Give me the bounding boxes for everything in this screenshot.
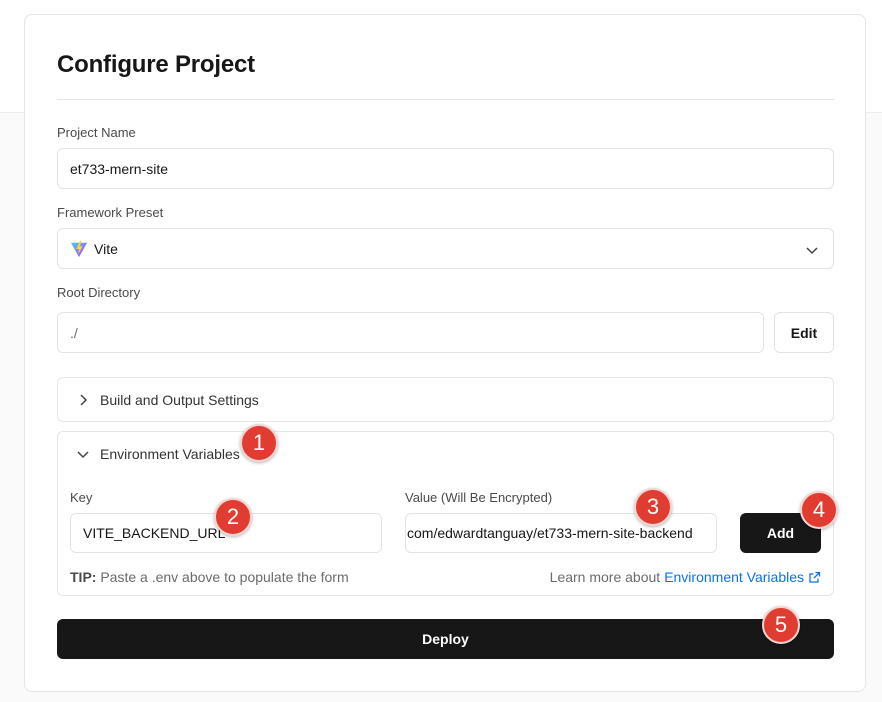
chevron-right-icon (80, 394, 88, 406)
chevron-down-icon (806, 247, 818, 255)
project-name-label: Project Name (57, 125, 136, 140)
environment-variables-section: Environment Variables Key VITE_BACKEND_U… (57, 431, 834, 596)
env-tip-text: TIP: Paste a .env above to populate the … (70, 569, 349, 585)
environment-variables-header[interactable]: Environment Variables (76, 446, 240, 462)
environment-variables-docs-link[interactable]: Environment Variables (664, 569, 804, 585)
env-key-value: VITE_BACKEND_URL (83, 525, 226, 541)
title-divider (57, 99, 834, 100)
annotation-badge-3: 3 (634, 488, 672, 526)
project-name-value: et733-mern-site (70, 160, 169, 177)
framework-preset-value: Vite (94, 240, 118, 257)
root-directory-label: Root Directory (57, 285, 141, 300)
learn-more-text: Learn more about (549, 569, 661, 585)
page-title: Configure Project (57, 51, 255, 78)
env-value-input[interactable]: com/edwardtanguay/et733-mern-site-backen… (405, 513, 717, 553)
learn-more: Learn more about Environment Variables (550, 569, 821, 585)
configure-project-card: Configure Project Project Name et733-mer… (24, 14, 866, 692)
annotation-badge-5: 5 (762, 606, 800, 644)
deploy-button[interactable]: Deploy (57, 619, 834, 659)
edit-root-directory-button[interactable]: Edit (774, 312, 834, 353)
framework-preset-select[interactable]: Vite (57, 228, 834, 269)
root-directory-value: ./ (70, 324, 78, 341)
environment-variables-label: Environment Variables (100, 446, 240, 462)
tip-prefix: TIP: (70, 569, 97, 585)
project-name-input[interactable]: et733-mern-site (57, 148, 834, 189)
annotation-badge-4: 4 (800, 491, 838, 529)
build-output-settings-section[interactable]: Build and Output Settings (57, 377, 834, 422)
annotation-badge-1: 1 (240, 424, 278, 462)
chevron-down-icon (77, 451, 89, 459)
tip-body: Paste a .env above to populate the form (96, 569, 349, 585)
env-value-value: com/edwardtanguay/et733-mern-site-backen… (407, 525, 693, 541)
build-output-settings-header[interactable]: Build and Output Settings (76, 392, 259, 408)
root-directory-input[interactable]: ./ (57, 312, 764, 353)
build-output-settings-label: Build and Output Settings (100, 392, 259, 408)
framework-preset-label: Framework Preset (57, 205, 164, 220)
vite-logo-icon (70, 240, 88, 257)
env-key-label: Key (70, 490, 93, 505)
annotation-badge-2: 2 (214, 498, 252, 536)
env-value-label: Value (Will Be Encrypted) (405, 490, 553, 505)
external-link-icon[interactable] (808, 571, 821, 584)
